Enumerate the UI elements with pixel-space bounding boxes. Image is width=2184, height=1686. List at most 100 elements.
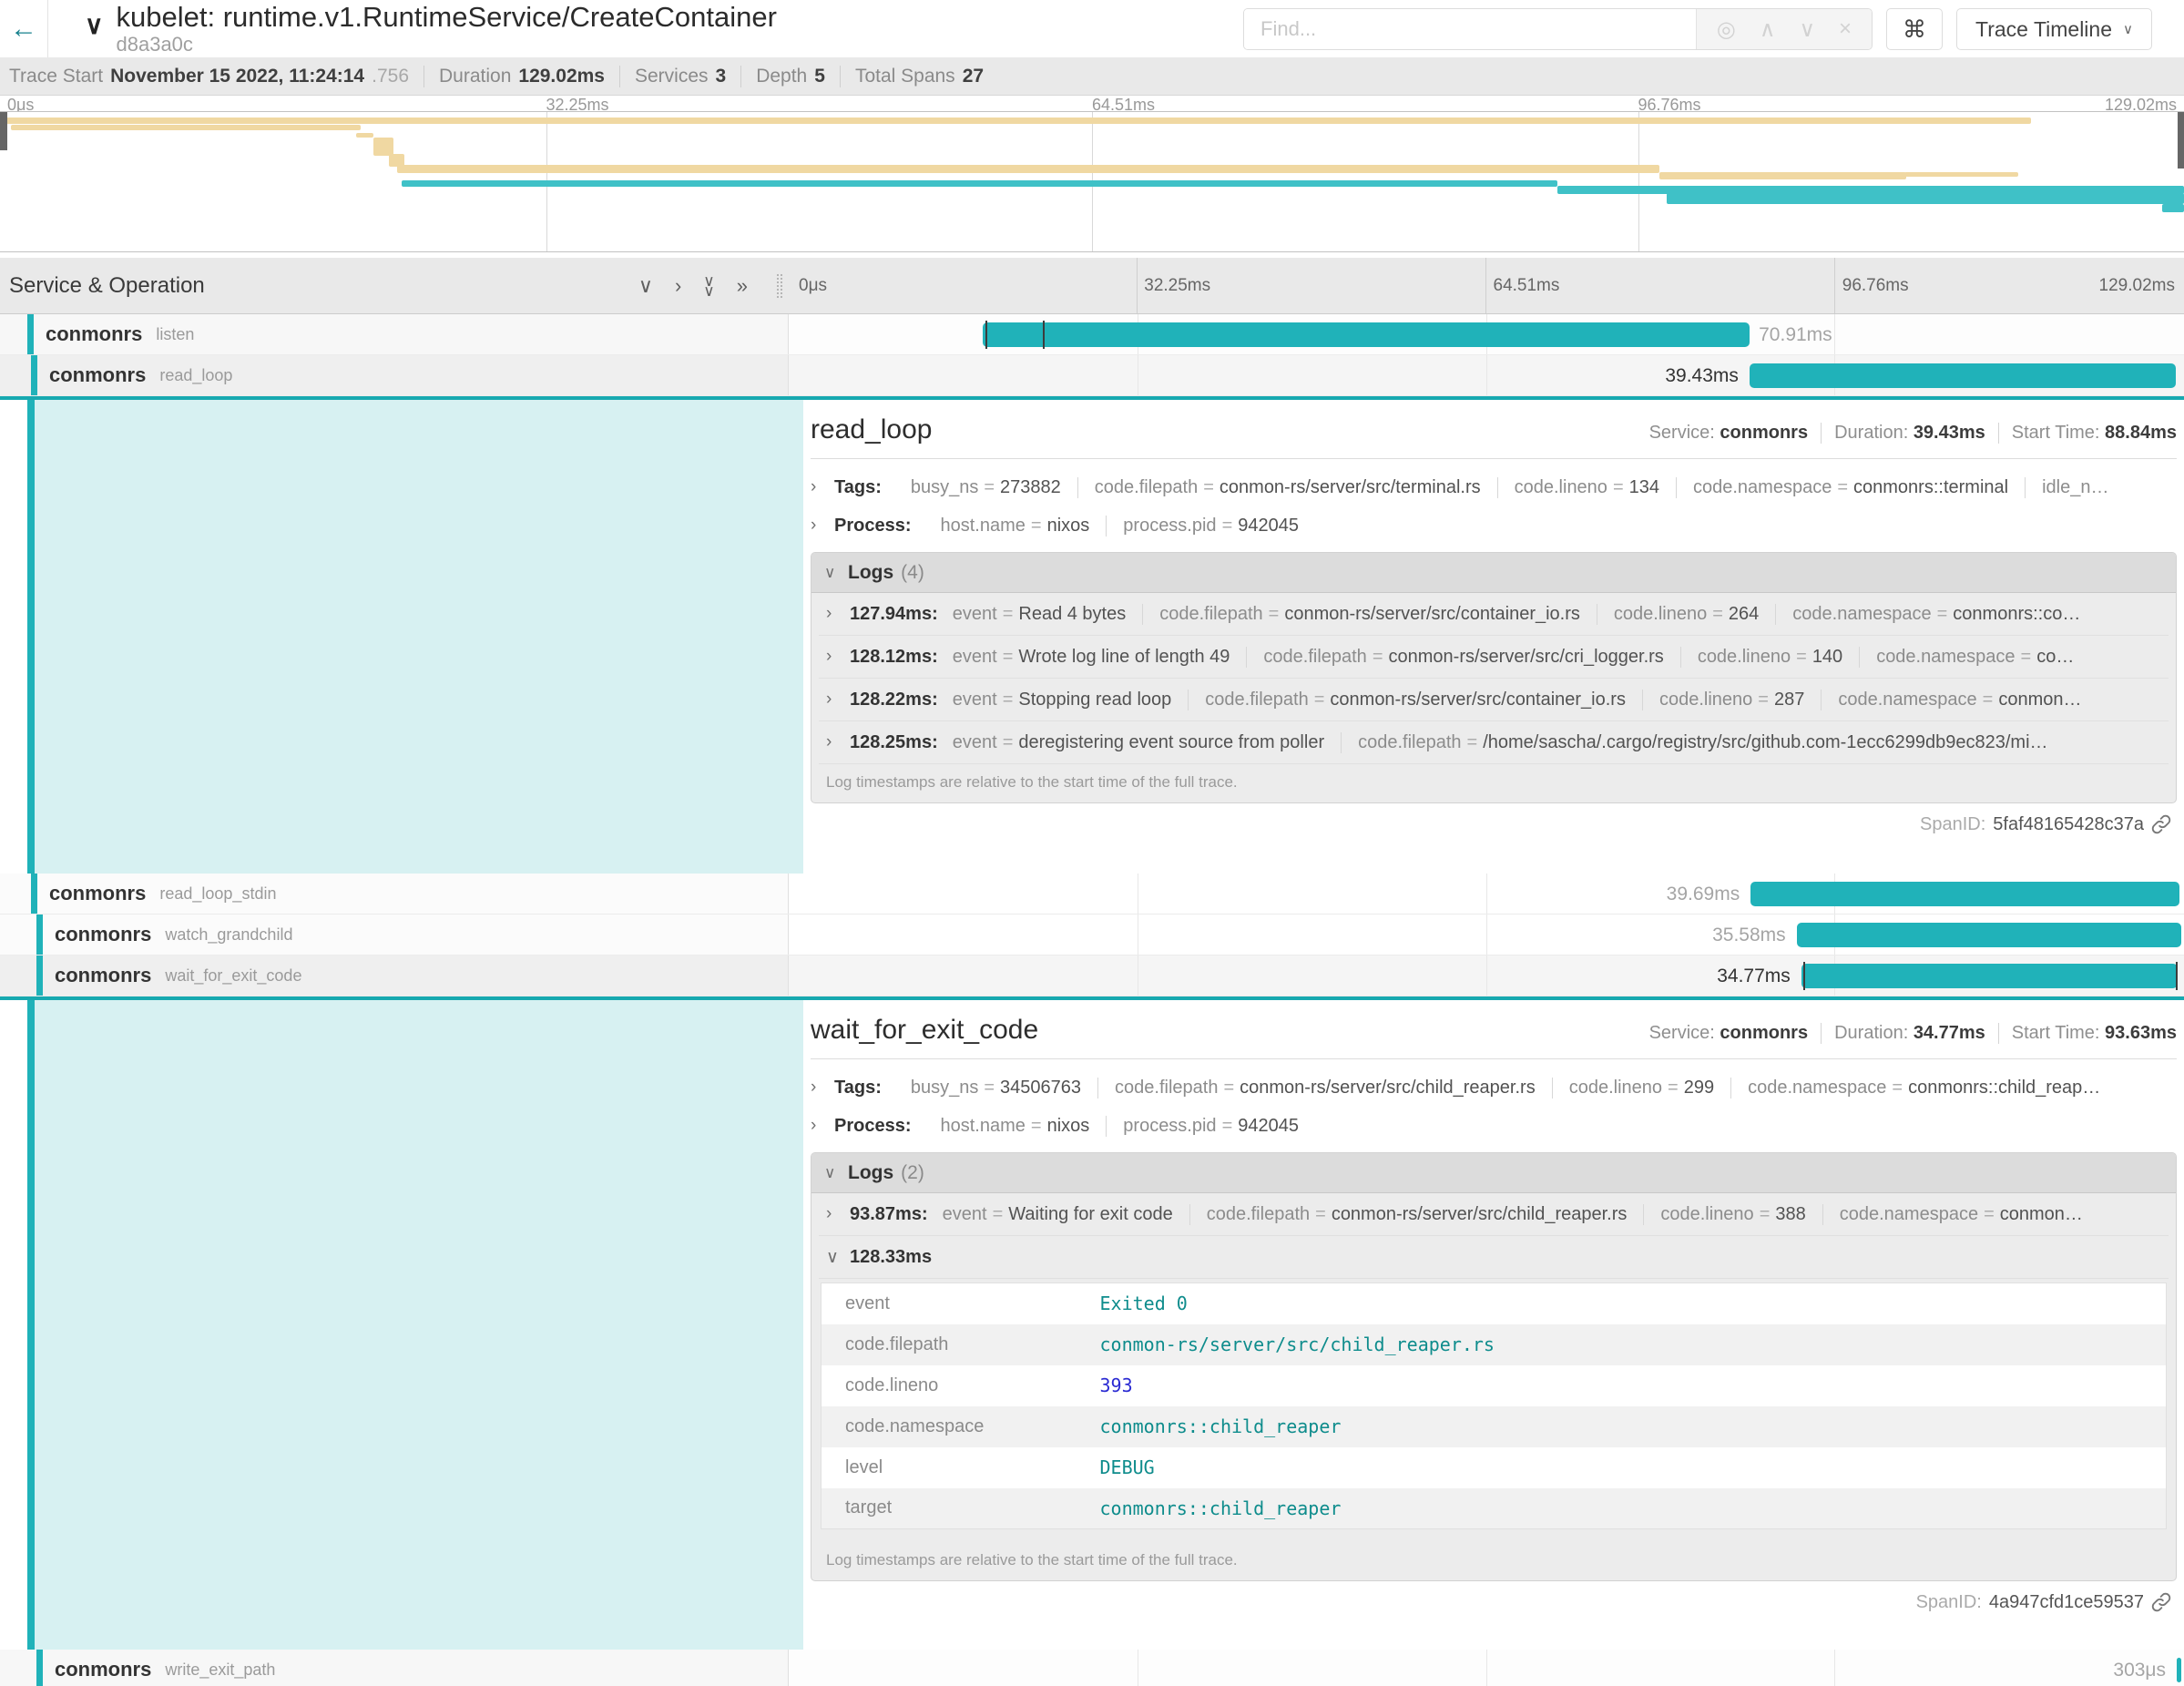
process-row[interactable]: ›Process:host.name=nixosprocess.pid=9420… [811,506,2177,545]
span-timeline-cell[interactable]: 34.77ms [788,955,2184,996]
find-next-icon[interactable]: ∨ [1799,16,1815,43]
tag-value: conmonrs::child_reap… [1908,1078,2100,1098]
tag-key: code.namespace [1840,1204,1978,1224]
log-entry-row[interactable]: ∨128.33ms [819,1236,2169,1279]
tag-value: conmonrs::co… [1953,604,2080,624]
process-row[interactable]: ›Process:host.name=nixosprocess.pid=9420… [811,1107,2177,1145]
span-duration-label: 39.43ms [1665,365,1739,387]
span-timeline-cell[interactable]: 39.43ms [788,355,2184,395]
span-name-cell[interactable]: conmonrswatch_grandchild [0,915,788,955]
span-name-cell[interactable]: conmonrsread_loop [0,355,788,395]
span-row[interactable]: conmonrswatch_grandchild 35.58ms [0,915,2184,955]
log-entry-row[interactable]: ›127.94ms:event=Read 4 bytescode.filepat… [819,593,2169,636]
equals-sign: = [1367,647,1389,667]
trace-view-dropdown[interactable]: Trace Timeline ∨ [1956,8,2152,50]
tag-item: process.pid=942045 [1107,516,1315,536]
tags-row[interactable]: ›Tags:busy_ns=273882code.filepath=conmon… [811,468,2177,506]
span-row[interactable]: conmonrsread_loop_stdin39.69ms [0,874,2184,915]
log-entry-row[interactable]: ›128.12ms:event=Wrote log line of length… [819,636,2169,679]
tag-value: 264 [1729,604,1759,624]
minimap-span-segment [397,165,1659,173]
minimap-span-segment [373,138,393,156]
span-row[interactable]: conmonrswrite_exit_path303μs [0,1650,2184,1686]
span-service-name: conmonrs [49,363,146,387]
span-duration-bar[interactable] [1750,363,2176,388]
deep-link-icon[interactable] [2151,814,2171,834]
span-timeline-cell[interactable]: 35.58ms [788,915,2184,955]
equals-sign: = [997,732,1019,752]
find-input[interactable] [1244,9,1696,49]
minimap-drag-handle[interactable] [0,112,7,150]
span-name-cell[interactable]: conmonrswait_for_exit_code [0,955,788,996]
equals-sign: = [1754,1204,1776,1224]
tag-key: busy_ns [911,477,979,497]
chevron-right-icon: › [826,604,850,624]
equals-sign: = [1978,1204,2000,1224]
minimap-drag-handle[interactable] [2178,112,2184,169]
span-detail-title: wait_for_exit_code [811,1015,1038,1046]
span-timeline-cell[interactable]: 303μs [788,1650,2184,1686]
span-row[interactable]: conmonrslisten70.91ms [0,314,2184,355]
tags-row[interactable]: ›Tags:busy_ns=34506763code.filepath=conm… [811,1068,2177,1107]
tag-item: host.name=nixos [924,516,1107,536]
trace-collapse-caret-icon[interactable]: ∨ [85,10,104,40]
expand-all-icon[interactable]: » [737,274,748,298]
chevron-right-icon: › [826,647,850,667]
deep-link-icon[interactable] [2151,1592,2171,1612]
find-match-icon[interactable]: ◎ [1717,16,1736,43]
span-name-cell[interactable]: conmonrswrite_exit_path [0,1650,788,1686]
span-duration-label: 35.58ms [1712,925,1786,946]
tag-item: code.filepath=conmon-rs/server/src/termi… [1078,477,1498,498]
trace-minimap[interactable] [0,111,2184,252]
span-detail-content: read_loopService: conmonrsDuration: 39.4… [811,400,2177,874]
span-detail-title: read_loop [811,414,932,445]
span-duration-bar[interactable] [2177,1658,2181,1682]
log-fields: event=Wrote log line of length 49code.fi… [953,647,2091,668]
span-operation-name: read_loop_stdin [159,884,276,904]
column-resize-handle[interactable] [777,274,782,298]
log-entry-row[interactable]: ›128.25ms:event=deregistering event sour… [819,721,2169,764]
tag-key: code.filepath [1159,604,1262,624]
logs-header[interactable]: ∨Logs(4) [811,553,2176,593]
log-entry-row[interactable]: ›93.87ms:event=Waiting for exit codecode… [819,1193,2169,1236]
collapse-all-icon[interactable]: ∨ ∨ [703,276,714,296]
span-indent-accent [27,400,35,874]
trace-id: d8a3a0c [117,34,777,55]
expand-one-icon[interactable]: › [675,274,681,298]
span-operation-name: write_exit_path [165,1660,275,1680]
span-duration-bar[interactable] [1750,882,2179,906]
find-clear-icon[interactable]: × [1839,16,1852,42]
span-name-cell[interactable]: conmonrsread_loop_stdin [0,874,788,914]
minimap-span-segment [402,180,1557,187]
trace-page-header: ← ∨ kubelet: runtime.v1.RuntimeService/C… [0,0,2184,57]
chevron-right-icon: › [811,516,834,536]
log-detail-row: eventExited 0 [822,1283,2167,1324]
span-color-accent [36,1650,43,1686]
equals-sign: = [997,690,1019,710]
tag-item: code.filepath=conmon-rs/server/src/conta… [1189,690,1643,710]
span-timeline-cell[interactable]: 70.91ms [788,314,2184,354]
span-row[interactable]: conmonrsread_loop 39.43ms [0,355,2184,396]
log-entry-row[interactable]: ›128.22ms:event=Stopping read loopcode.f… [819,679,2169,721]
duration-stat: Duration 129.02ms [424,66,620,87]
span-duration-bar[interactable] [983,322,1750,347]
collapse-one-icon[interactable]: ∨ [638,274,653,298]
span-timeline-cell[interactable]: 39.69ms [788,874,2184,914]
span-row[interactable]: conmonrswait_for_exit_code34.77ms [0,955,2184,996]
tag-key: code.lineno [1569,1078,1662,1098]
span-duration-bar[interactable] [1801,964,2178,988]
equals-sign: = [1462,732,1484,752]
equals-sign: = [1026,1116,1047,1136]
span-name-cell[interactable]: conmonrslisten [0,314,788,354]
back-button[interactable]: ← [0,0,48,57]
chevron-down-icon: ∨ [2123,21,2133,37]
span-duration-bar[interactable] [1797,923,2181,947]
log-fields: event=Stopping read loopcode.filepath=co… [953,690,2098,710]
tag-item: idle_n… [2026,477,2125,498]
page-title: kubelet: runtime.v1.RuntimeService/Creat… [117,3,777,33]
keyboard-shortcuts-button[interactable]: ⌘ [1886,8,1943,50]
logs-header[interactable]: ∨Logs(2) [811,1153,2176,1193]
find-prev-icon[interactable]: ∧ [1760,16,1776,43]
tag-value: deregistering event source from poller [1018,732,1324,752]
meta-item: Duration: 39.43ms [1822,423,1999,444]
